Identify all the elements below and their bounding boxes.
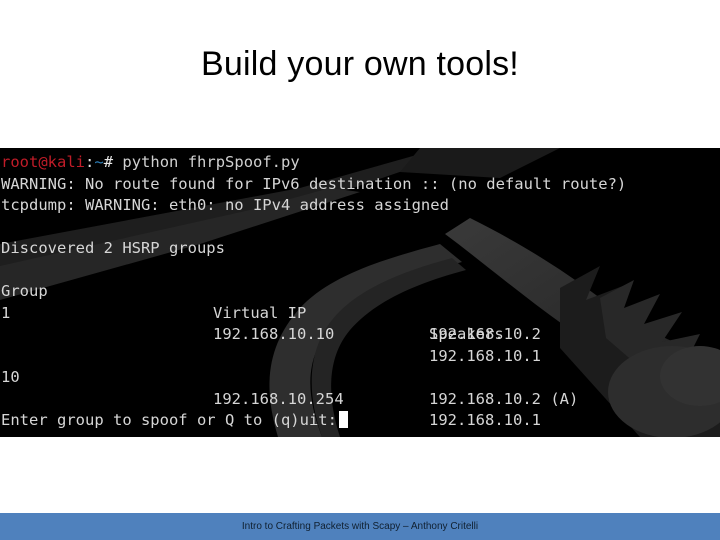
page-title: Build your own tools! — [201, 45, 519, 83]
terminal-warning-ipv6: WARNING: No route found for IPv6 destina… — [1, 174, 627, 193]
table-row-continuation: 192.168.10.2 — [0, 303, 541, 343]
prompt-separator: : — [85, 153, 95, 171]
terminal-discovery-line: Discovered 2 HSRP groups — [1, 239, 225, 257]
row-speaker-primary: 192.168.10.1 — [429, 411, 541, 429]
prompt-user-host: root@kali — [1, 153, 85, 171]
table-row-continuation: 192.168.10.2 (A) — [0, 367, 578, 408]
table-row: 10 192.168.10.254 192.168.10.1 — [0, 346, 541, 429]
slide-footer-text: Intro to Crafting Packets with Scapy – A… — [241, 521, 479, 532]
row-virtual-ip: 192.168.10.10 — [213, 325, 335, 343]
table-header-virtual-ip: Virtual IP — [213, 303, 307, 322]
row-speaker-primary: 192.168.10.1 — [429, 346, 541, 365]
prompt-sigil: # — [103, 153, 114, 171]
row-speaker-secondary: 192.168.10.2 — [429, 325, 541, 343]
prompt-path: ~ — [94, 153, 104, 171]
terminal-input-line[interactable]: Enter group to spoof or Q to (q)uit: — [1, 410, 348, 432]
input-prompt-label: Enter group to spoof or Q to (q)uit: — [1, 411, 337, 429]
terminal-prompt-line: root@kali:~# python fhrpSpoof.py — [1, 152, 300, 174]
block-cursor-icon — [338, 411, 348, 428]
terminal-warning-tcpdump: tcpdump: WARNING: eth0: no IPv4 address … — [1, 196, 449, 214]
table-header-row: Group Virtual IP Speakers — [0, 260, 504, 343]
prompt-command: python fhrpSpoof.py — [122, 153, 300, 171]
slide-footer-bar: Intro to Crafting Packets with Scapy – A… — [0, 513, 720, 540]
terminal-output: root@kali:~# python fhrpSpoof.py WARNING… — [0, 148, 720, 437]
row-virtual-ip: 192.168.10.254 — [213, 389, 344, 408]
row-speaker-secondary: 192.168.10.2 (A) — [429, 389, 579, 408]
terminal-screenshot: root@kali:~# python fhrpSpoof.py WARNING… — [0, 148, 720, 437]
table-row: 1 192.168.10.10 192.168.10.1 — [0, 281, 541, 365]
